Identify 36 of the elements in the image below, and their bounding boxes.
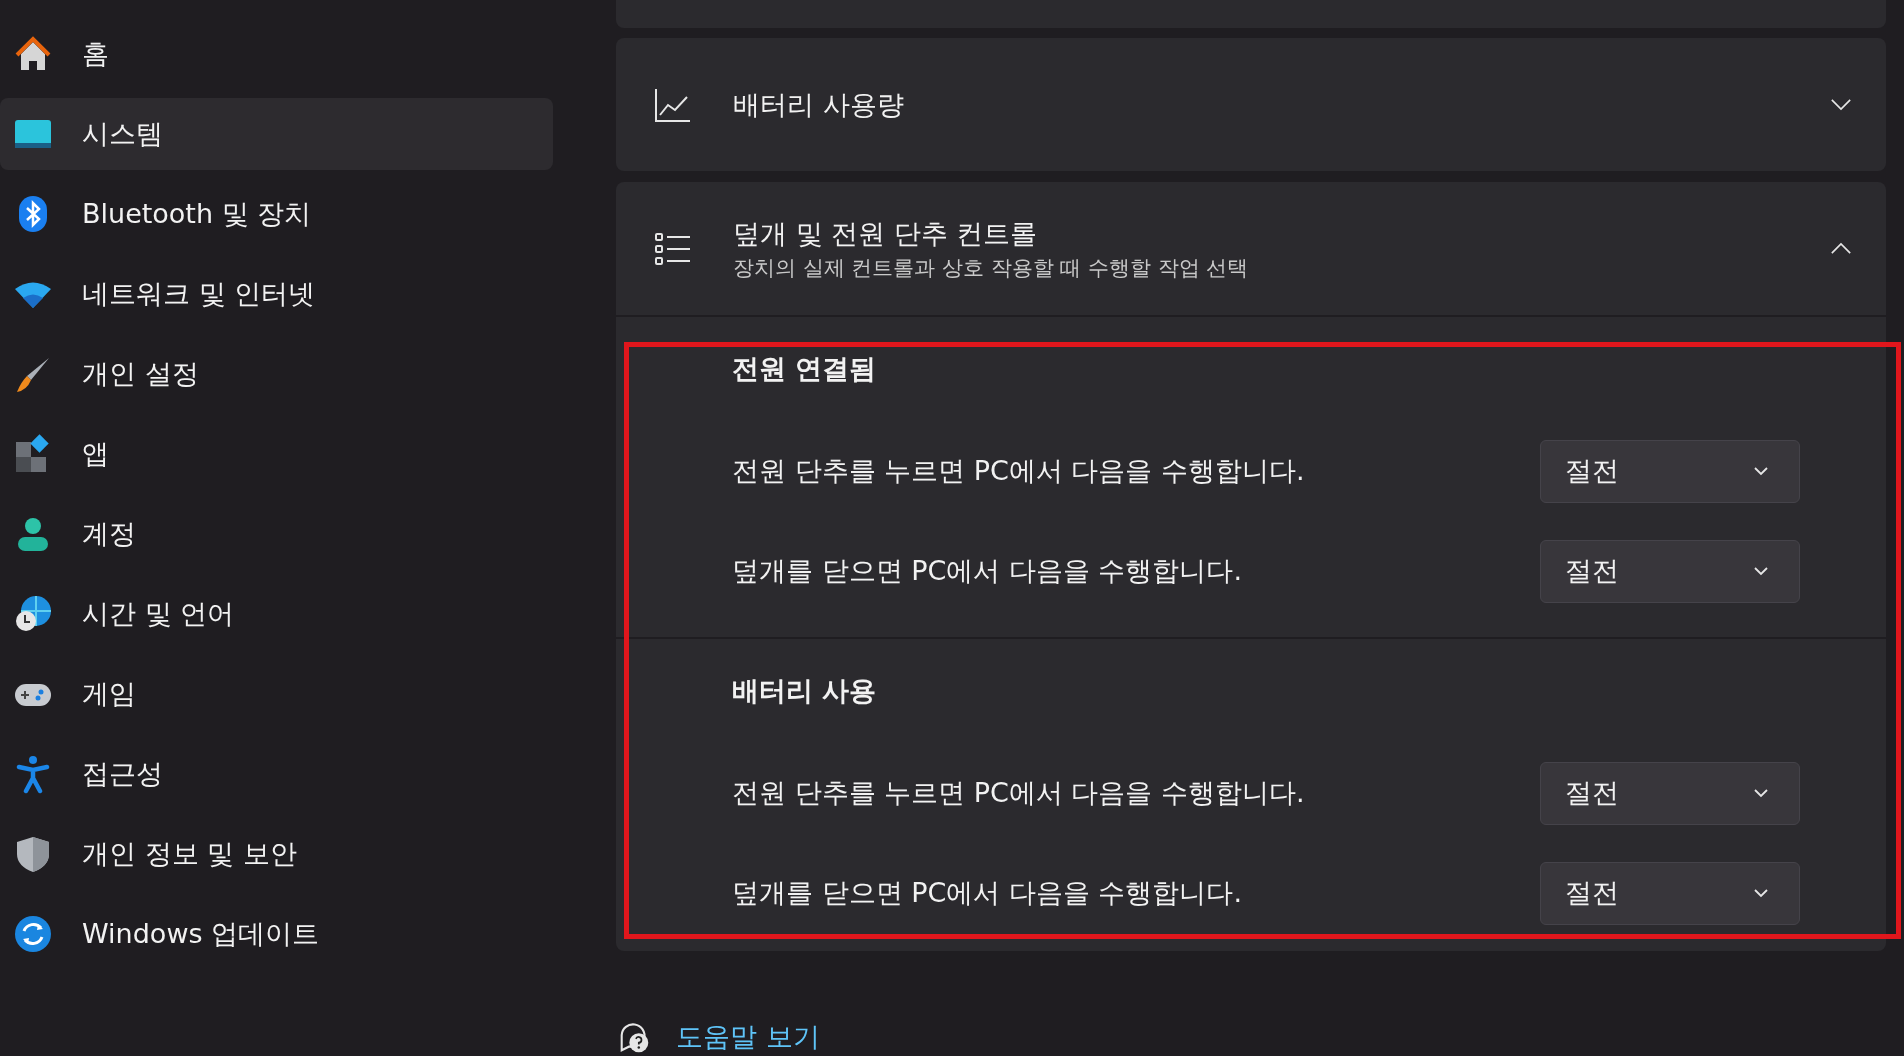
dropdown[interactable]: 절전	[1540, 439, 1800, 503]
sidebar-item[interactable]: 앱	[0, 418, 553, 490]
sidebar-item[interactable]: 네트워크 및 인터넷	[0, 258, 553, 330]
update-icon	[13, 914, 53, 954]
chevron-down-icon	[1753, 566, 1769, 576]
sidebar-item[interactable]: 게임	[0, 658, 553, 730]
setting-label: 덮개를 닫으면 PC에서 다음을 수행합니다.	[732, 876, 1243, 910]
dropdown[interactable]: 절전	[1540, 861, 1800, 925]
section-heading: 배터리 사용	[732, 674, 878, 708]
sidebar-item[interactable]: 접근성	[0, 738, 553, 810]
setting-label: 전원 단추를 누르면 PC에서 다음을 수행합니다.	[732, 454, 1305, 488]
sidebar-item[interactable]: 홈	[0, 18, 553, 90]
chevron-up-icon	[1830, 242, 1852, 255]
sidebar-item[interactable]: 시스템	[0, 98, 553, 170]
setting-label: 전원 단추를 누르면 PC에서 다음을 수행합니다.	[732, 776, 1305, 810]
globe-clock-icon	[13, 594, 53, 634]
sidebar-item[interactable]: Bluetooth 및 장치	[0, 178, 553, 250]
expander-header[interactable]: 덮개 및 전원 단추 컨트롤 장치의 실제 컨트롤과 상호 작용할 때 수행할 작업 선택	[616, 182, 1886, 315]
chevron-down-icon	[1753, 788, 1769, 798]
sidebar-item[interactable]: Windows 업데이트	[0, 898, 553, 970]
chevron-down-icon	[1753, 888, 1769, 898]
sidebar-item[interactable]: 개인 설정	[0, 338, 553, 410]
card-title: 덮개 및 전원 단추 컨트롤	[733, 216, 1039, 251]
help-link[interactable]: 도움말 보기	[676, 1019, 820, 1055]
sidebar-item[interactable]: 시간 및 언어	[0, 578, 553, 650]
sidebar-item[interactable]: 계정	[0, 498, 553, 570]
chevron-down-icon	[1753, 466, 1769, 476]
dropdown[interactable]: 절전	[1540, 761, 1800, 825]
dropdown[interactable]: 절전	[1540, 539, 1800, 603]
sidebar-item[interactable]: 개인 정보 및 보안	[0, 818, 553, 890]
card-title: 배터리 사용량	[733, 87, 905, 122]
setting-label: 덮개를 닫으면 PC에서 다음을 수행합니다.	[732, 554, 1243, 588]
card-description: 장치의 실제 컨트롤과 상호 작용할 때 수행할 작업 선택	[733, 254, 1250, 282]
expander-header[interactable]: 배터리 사용량	[616, 38, 1886, 171]
chevron-down-icon	[1830, 98, 1852, 111]
section-heading: 전원 연결됨	[732, 352, 878, 386]
